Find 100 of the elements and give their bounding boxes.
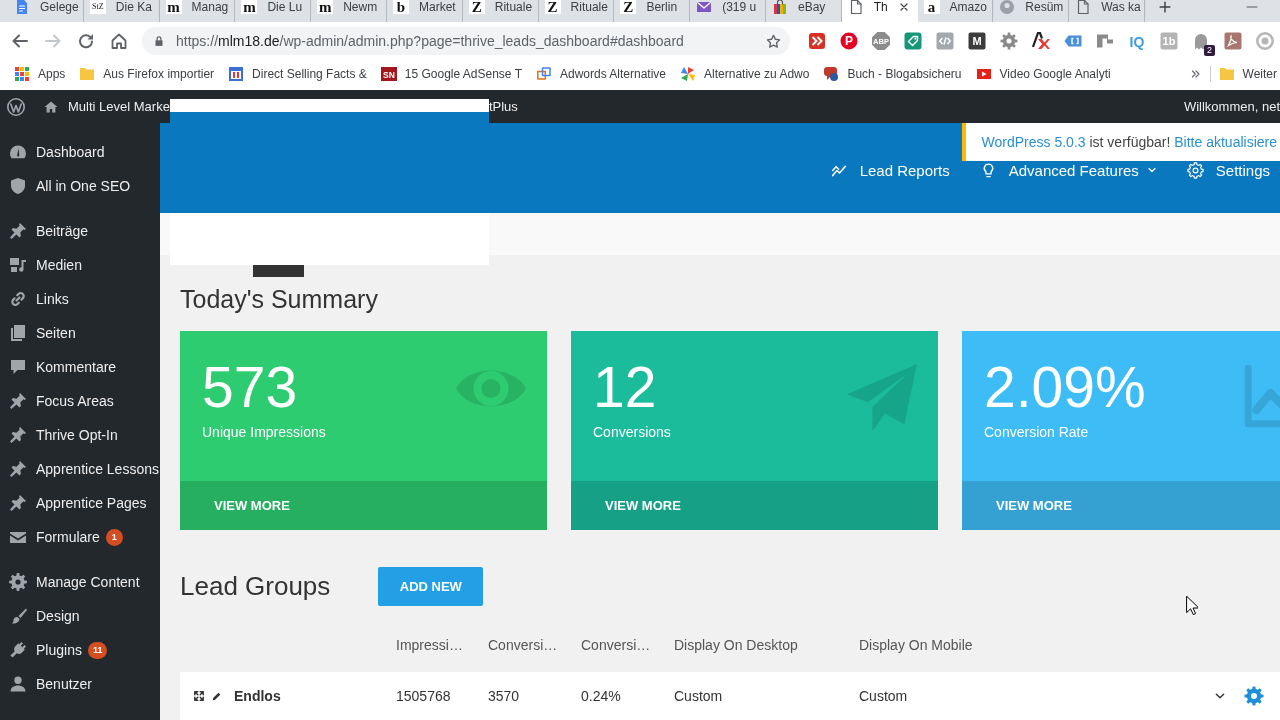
sidebar-item[interactable]: All in One SEO bbox=[0, 169, 160, 203]
sidebar-item[interactable]: Plugins 11 bbox=[0, 633, 160, 667]
browser-tab[interactable]: Th bbox=[841, 0, 918, 22]
sidebar-item[interactable]: Kommentare bbox=[0, 350, 160, 384]
browser-tab[interactable]: b Market bbox=[387, 0, 463, 22]
pencil-icon[interactable] bbox=[211, 690, 222, 702]
table-cell: 3570 bbox=[488, 688, 520, 704]
pin-icon bbox=[8, 221, 28, 241]
bookmark[interactable]: Adwords Alternative bbox=[535, 65, 667, 82]
plus-icon[interactable] bbox=[1157, 0, 1172, 14]
update-link[interactable]: Bitte aktualisiere bbox=[1174, 134, 1277, 150]
pin-icon bbox=[8, 425, 28, 445]
column-header[interactable]: Conversi… bbox=[581, 637, 651, 653]
site-title[interactable]: tPlus bbox=[488, 99, 518, 114]
stat-value: 12 bbox=[593, 357, 657, 417]
browser-tab[interactable]: Z Berlin bbox=[614, 0, 691, 22]
bookmark[interactable]: Aus Firefox importier bbox=[79, 65, 215, 82]
gear-icon[interactable] bbox=[1000, 32, 1018, 50]
letter-tile-icon[interactable]: M bbox=[968, 32, 986, 50]
table-cell: 0.24% bbox=[581, 688, 621, 704]
browser-tab[interactable]: (319 u bbox=[690, 0, 766, 22]
address-field[interactable]: https://mlm18.de/wp-admin/admin.php?page=thrive_leads_dashboard#dashboard bbox=[142, 27, 790, 55]
browser-tab[interactable]: eBay bbox=[765, 0, 842, 22]
pinwheel-icon bbox=[680, 65, 697, 82]
settings-icon bbox=[8, 572, 28, 592]
circle-logo-icon[interactable]: P bbox=[840, 32, 858, 50]
speech-bubble-icon bbox=[823, 65, 840, 82]
fast-forward-icon[interactable] bbox=[808, 32, 826, 50]
column-header[interactable]: Impressi… bbox=[396, 637, 463, 653]
sidebar-item[interactable]: Dashboard bbox=[0, 135, 160, 169]
stat-label: Conversions bbox=[593, 423, 671, 441]
bookmark[interactable]: Apps bbox=[14, 65, 66, 82]
bookmark[interactable]: SN 15 Google AdSense T bbox=[380, 65, 522, 82]
more-chevron-icon[interactable] bbox=[1189, 67, 1202, 80]
sidebar-item[interactable]: Thrive Opt-In bbox=[0, 418, 160, 452]
favicon-letter: b bbox=[393, 0, 409, 14]
steps-icon[interactable] bbox=[1096, 32, 1114, 50]
browser-tab[interactable]: StZ Die Ka bbox=[83, 0, 160, 22]
home-icon[interactable] bbox=[109, 31, 129, 51]
sidebar-item[interactable]: Apprentice Lessons bbox=[0, 452, 160, 486]
bookmark[interactable]: Alternative zu Adwo bbox=[680, 65, 810, 82]
document-tile-icon[interactable] bbox=[1224, 32, 1242, 50]
browser-tab[interactable]: Gelege bbox=[8, 0, 84, 22]
column-header[interactable]: Display On Desktop bbox=[674, 637, 798, 653]
greeting-text[interactable]: Willkommen, net bbox=[1183, 99, 1280, 114]
bookmark[interactable]: Video Google Analyti bbox=[975, 65, 1111, 82]
logo-icon[interactable] bbox=[6, 96, 26, 117]
sidebar-item[interactable]: Focus Areas bbox=[0, 384, 160, 418]
column-header[interactable]: Conversi… bbox=[488, 637, 558, 653]
stat-value: 573 bbox=[202, 357, 298, 417]
version-link[interactable]: WordPress 5.0.3 bbox=[981, 134, 1086, 150]
stat-label: Conversion Rate bbox=[984, 423, 1089, 441]
bookmark[interactable]: Direct Selling Facts & bbox=[228, 65, 367, 82]
nav-link[interactable]: Advanced Features bbox=[979, 161, 1157, 179]
browser-tab[interactable]: m Die Lu bbox=[235, 0, 312, 22]
favicon-letter: m bbox=[241, 0, 258, 14]
star-icon[interactable] bbox=[765, 32, 782, 50]
sidebar-item[interactable]: Design bbox=[0, 599, 160, 633]
column-header[interactable]: Display On Mobile bbox=[859, 637, 973, 653]
pin-icon bbox=[8, 391, 28, 411]
group-name: Endlos bbox=[234, 688, 281, 704]
stat-label: Unique Impressions bbox=[202, 423, 326, 441]
section-title: Lead Groups bbox=[180, 570, 331, 603]
browser-tab[interactable]: Was ka bbox=[1069, 0, 1145, 22]
cross-icon[interactable] bbox=[1032, 32, 1050, 50]
favicon-letter: Z bbox=[468, 0, 485, 14]
settings-icon[interactable] bbox=[1244, 686, 1264, 706]
letter-tile-icon: SN bbox=[380, 65, 397, 82]
expand-icon[interactable] bbox=[193, 690, 205, 702]
nav-link[interactable]: Settings bbox=[1186, 161, 1270, 179]
apps-grid-icon bbox=[14, 65, 30, 82]
browser-tab[interactable]: Resüm bbox=[993, 0, 1070, 22]
sidebar-item[interactable]: Apprentice Pages bbox=[0, 486, 160, 520]
bookmark[interactable]: Buch - Blogabsicheru bbox=[823, 65, 962, 82]
browser-tab[interactable]: Z Rituale bbox=[538, 0, 615, 22]
browser-tab[interactable]: a Amazo bbox=[917, 0, 994, 22]
favicon-letter: m bbox=[317, 0, 334, 14]
browser-tab[interactable]: m Manag bbox=[159, 0, 236, 22]
browser-tab[interactable]: m Newm bbox=[311, 0, 387, 22]
tag-icon[interactable] bbox=[904, 32, 922, 50]
nav-link[interactable]: Lead Reports bbox=[830, 161, 950, 179]
sidebar-item[interactable]: Manage Content bbox=[0, 565, 160, 599]
calendar-icon bbox=[228, 65, 245, 82]
table-cell: Custom bbox=[674, 688, 723, 704]
folder-icon bbox=[79, 65, 96, 82]
table-cell: Custom bbox=[859, 688, 908, 704]
folder-icon bbox=[1218, 65, 1235, 82]
reload-icon[interactable] bbox=[76, 31, 96, 51]
sidebar-item[interactable]: Links bbox=[0, 282, 160, 316]
sidebar-item[interactable]: Seiten bbox=[0, 316, 160, 350]
sidebar-item[interactable]: Benutzer bbox=[0, 667, 160, 701]
sidebar-item[interactable]: Beiträge bbox=[0, 214, 160, 248]
bookmark-folder[interactable]: Weiter bbox=[1218, 65, 1277, 82]
sidebar-item[interactable]: Medien bbox=[0, 248, 160, 282]
site-title[interactable]: Multi Level Marke bbox=[68, 99, 170, 114]
browser-tab[interactable]: Z Rituale bbox=[462, 0, 539, 22]
count-badge: 11 bbox=[87, 641, 108, 659]
sidebar-item[interactable]: Formulare 1 bbox=[0, 520, 160, 554]
pages-icon bbox=[8, 323, 28, 343]
pin-icon bbox=[8, 459, 28, 479]
